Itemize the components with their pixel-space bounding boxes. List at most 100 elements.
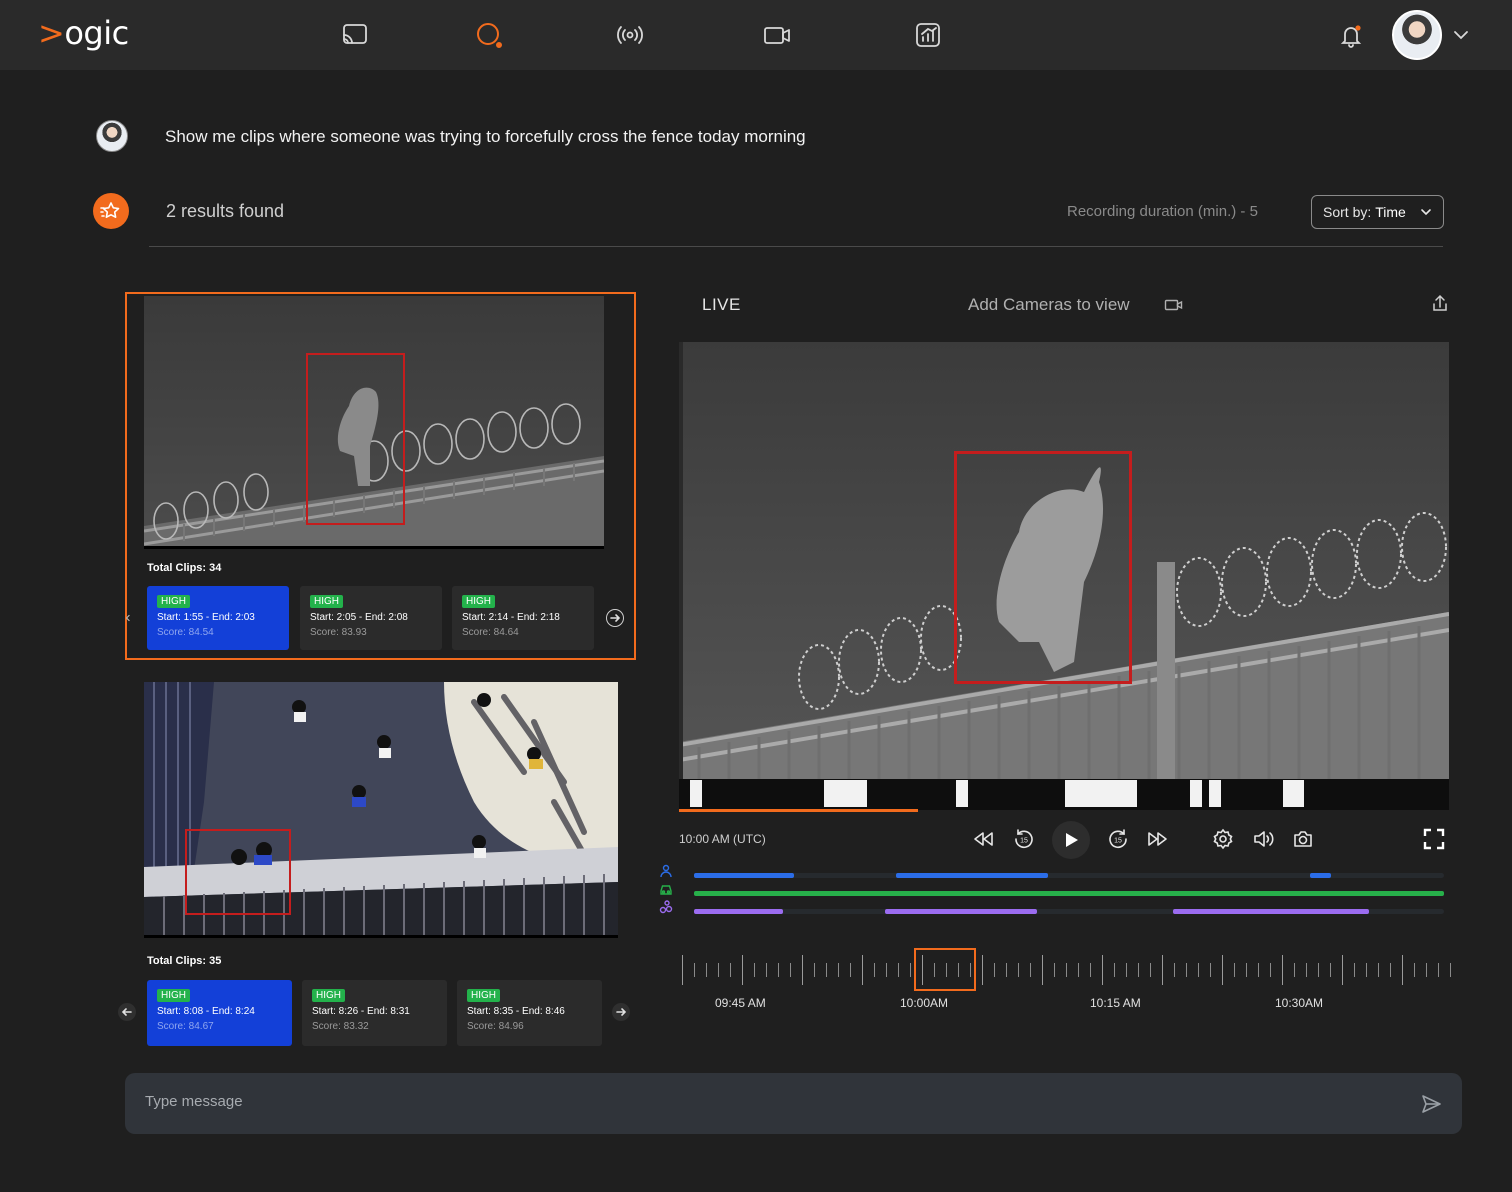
timeline-tick (1198, 963, 1199, 977)
clip-segment[interactable] (690, 780, 702, 807)
message-composer (125, 1073, 1462, 1134)
current-time: 10:00 AM (UTC) (679, 832, 766, 846)
event-segment[interactable] (896, 873, 1048, 878)
chevron-down-icon[interactable] (1452, 26, 1470, 44)
timeline-tick (910, 963, 911, 977)
clip-segment[interactable] (1190, 780, 1202, 807)
timeline-tick (706, 963, 707, 977)
timeline-label: 10:15 AM (1090, 996, 1141, 1010)
clip-segment[interactable] (1209, 780, 1221, 807)
clip-item[interactable]: HIGH Start: 1:55 - End: 2:03 Score: 84.5… (147, 586, 289, 650)
video-camera-icon[interactable] (760, 18, 794, 52)
clip-item[interactable]: HIGH Start: 8:08 - End: 8:24 Score: 84.6… (147, 980, 292, 1046)
clip-item[interactable]: HIGH Start: 2:14 - End: 2:18 Score: 84.6… (452, 586, 594, 650)
timeline-label: 10:30AM (1275, 996, 1324, 1010)
timeline-tick (1342, 955, 1343, 985)
timeline-tick (1102, 955, 1103, 985)
prev-arrow-icon[interactable] (123, 609, 133, 627)
svg-text:15: 15 (1114, 838, 1122, 845)
next-arrow-icon[interactable] (606, 609, 624, 627)
timeline-tick (1174, 963, 1175, 977)
timeline-tick (1186, 963, 1187, 977)
timeline-tick (790, 963, 791, 977)
clip-range: Start: 8:26 - End: 8:31 (312, 1006, 410, 1017)
svg-text:15: 15 (1020, 838, 1028, 845)
timeline-tick (1270, 963, 1271, 977)
person-track[interactable] (694, 873, 1444, 878)
timeline-tick (1294, 963, 1295, 977)
event-segment[interactable] (1173, 909, 1369, 914)
timeline-tick (1234, 963, 1235, 977)
timeline-tick (1306, 963, 1307, 977)
app-logo[interactable]: >ogic (38, 14, 129, 52)
cast-icon[interactable] (338, 18, 372, 52)
timeline-tick (1258, 963, 1259, 977)
clip-item[interactable]: HIGH Start: 2:05 - End: 2:08 Score: 83.9… (300, 586, 442, 650)
fast-forward-icon[interactable] (1144, 826, 1170, 852)
clip-item[interactable]: HIGH Start: 8:35 - End: 8:46 Score: 84.9… (457, 980, 602, 1046)
vehicle-icon (660, 885, 672, 895)
clip-range: Start: 8:08 - End: 8:24 (157, 1006, 255, 1017)
confidence-badge: HIGH (157, 595, 190, 608)
video-player[interactable] (679, 342, 1449, 780)
timeline-tick (1030, 963, 1031, 977)
forward-15-icon[interactable]: 15 (1105, 826, 1131, 852)
timeline-label: 10:00AM (900, 996, 949, 1010)
event-segment[interactable] (694, 891, 1444, 896)
timeline-tick (1450, 963, 1451, 977)
result-card[interactable]: Total Clips: 35 HIGH Start: 8:08 - End: … (118, 680, 636, 1048)
notification-bell-icon[interactable] (1334, 19, 1368, 53)
timeline-tick (874, 963, 875, 977)
timeline-tick (1390, 963, 1391, 977)
prev-arrow-icon[interactable] (118, 1003, 136, 1021)
next-arrow-icon[interactable] (612, 1003, 630, 1021)
clip-thumbnail[interactable] (144, 682, 618, 938)
clip-segment[interactable] (1283, 780, 1304, 807)
settings-gear-icon[interactable] (1210, 826, 1236, 852)
result-card[interactable]: Total Clips: 34 HIGH Start: 1:55 - End: … (125, 292, 636, 660)
timeline-tick (742, 955, 743, 985)
timeline-tick (694, 963, 695, 977)
event-segment[interactable] (694, 873, 794, 878)
search-chat-icon[interactable] (472, 18, 506, 52)
user-avatar[interactable] (1392, 10, 1442, 60)
timeline-tick (1162, 955, 1163, 985)
fullscreen-icon[interactable] (1421, 826, 1447, 852)
sort-dropdown[interactable]: Sort by: Time (1311, 195, 1444, 229)
user-query: Show me clips where someone was trying t… (165, 127, 806, 146)
clip-score: Score: 84.67 (157, 1021, 214, 1032)
clip-segment[interactable] (956, 780, 968, 807)
timeline-ruler[interactable] (682, 955, 1452, 985)
person-icon (660, 864, 672, 878)
clip-segment[interactable] (824, 780, 867, 807)
event-segment[interactable] (694, 909, 783, 914)
timeline-tick (754, 963, 755, 977)
timeline-tick (682, 955, 683, 985)
back-15-icon[interactable]: 15 (1011, 826, 1037, 852)
camera-icon[interactable] (1164, 297, 1184, 313)
clip-seek-strip[interactable] (679, 779, 1449, 810)
snapshot-camera-icon[interactable] (1290, 826, 1316, 852)
clip-segment[interactable] (1065, 780, 1137, 807)
clip-thumbnail[interactable] (144, 296, 604, 549)
volume-icon[interactable] (1250, 826, 1276, 852)
vehicle-track[interactable] (694, 891, 1444, 896)
live-label: LIVE (702, 295, 741, 314)
object-track[interactable] (694, 909, 1444, 914)
event-segment[interactable] (885, 909, 1037, 914)
add-cameras-button[interactable]: Add Cameras to view (968, 295, 1130, 315)
message-input[interactable] (145, 1093, 1405, 1110)
rewind-icon[interactable] (971, 826, 997, 852)
timeline-window[interactable] (914, 948, 976, 991)
clip-score: Score: 84.96 (467, 1021, 524, 1032)
send-icon[interactable] (1420, 1093, 1442, 1115)
share-icon[interactable] (1430, 294, 1450, 314)
timeline-tick (1090, 963, 1091, 977)
clip-item[interactable]: HIGH Start: 8:26 - End: 8:31 Score: 83.3… (302, 980, 447, 1046)
play-button[interactable] (1052, 821, 1090, 859)
broadcast-icon[interactable] (613, 18, 647, 52)
event-segment[interactable] (1310, 873, 1331, 878)
clip-score: Score: 84.54 (157, 627, 214, 638)
analytics-icon[interactable] (911, 18, 945, 52)
timeline-tick (898, 963, 899, 977)
